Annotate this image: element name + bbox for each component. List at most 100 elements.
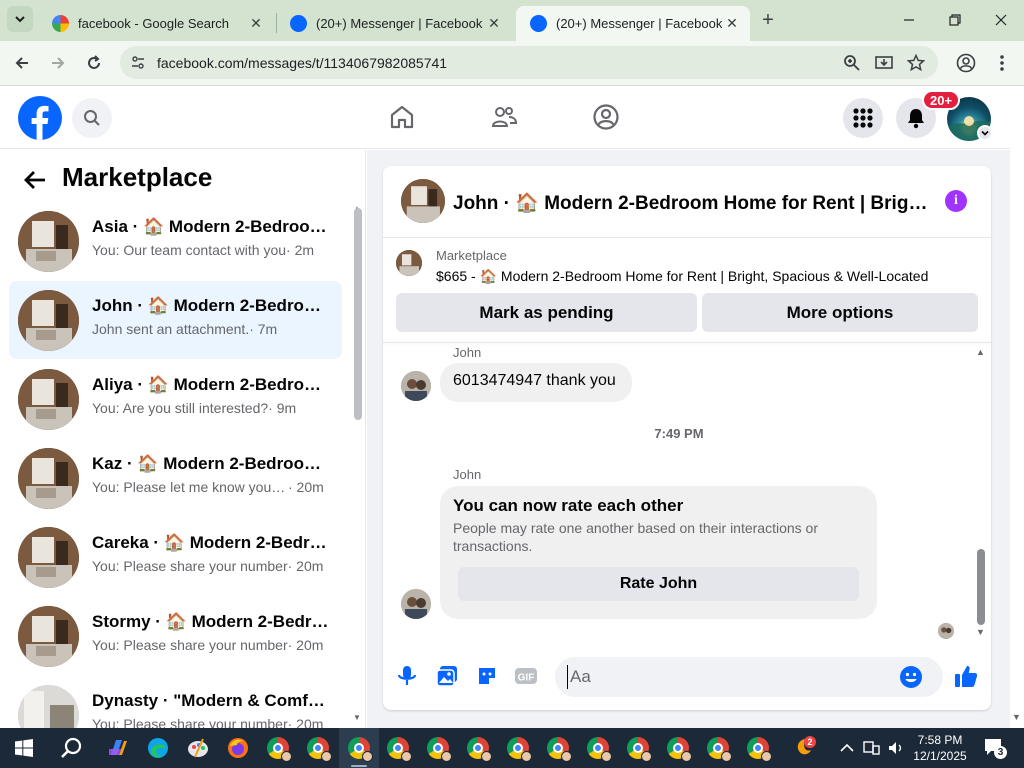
close-icon[interactable]: ✕ bbox=[722, 14, 742, 34]
address-bar[interactable]: facebook.com/messages/t/1134067982085741 bbox=[120, 46, 938, 79]
back-button[interactable] bbox=[22, 167, 48, 193]
conversation-item-selected[interactable]: John · 🏠 Modern 2-Bedroom Home for Rent … bbox=[9, 281, 342, 359]
menu-grid-button[interactable] bbox=[843, 98, 883, 138]
chrome-icon[interactable] bbox=[586, 736, 612, 762]
minimize-icon bbox=[904, 19, 914, 21]
conversation-item[interactable]: Kaz · 🏠 Modern 2-Bedroom Home for Rent Y… bbox=[9, 439, 342, 517]
page-scroll-down-arrow[interactable]: ▼ bbox=[1012, 712, 1021, 722]
account-menu-chevron[interactable] bbox=[977, 125, 993, 141]
tab-messenger-2-active[interactable]: (20+) Messenger | Facebook ✕ bbox=[516, 6, 750, 41]
chrome-icon[interactable] bbox=[546, 736, 572, 762]
chat-title[interactable]: John · 🏠 Modern 2-Bedroom Home for Rent … bbox=[453, 191, 931, 215]
restore-button[interactable] bbox=[932, 0, 978, 40]
scroll-down-arrow[interactable]: ▼ bbox=[353, 713, 361, 722]
rate-john-button[interactable]: Rate John bbox=[458, 567, 859, 601]
chrome-icon[interactable] bbox=[426, 736, 452, 762]
facebook-icon bbox=[290, 15, 307, 32]
minimize-button[interactable] bbox=[886, 0, 932, 40]
conversation-item[interactable]: Careka · 🏠 Modern 2-Bedroom Home for Ren… bbox=[9, 518, 342, 596]
conversation-item[interactable]: Aliya · 🏠 Modern 2-Bedroom Home for Rent… bbox=[9, 360, 342, 438]
microphone-icon[interactable] bbox=[395, 664, 419, 688]
more-options-button[interactable]: More options bbox=[702, 293, 978, 332]
new-tab-button[interactable]: + bbox=[756, 8, 780, 32]
zoom-icon[interactable] bbox=[842, 53, 862, 73]
notification-count: 3 bbox=[994, 746, 1007, 759]
chrome-icon[interactable] bbox=[706, 736, 732, 762]
tab-google-search[interactable]: facebook - Google Search ✕ bbox=[38, 6, 274, 41]
back-button[interactable] bbox=[8, 49, 36, 77]
arrow-right-icon bbox=[52, 57, 65, 69]
message-timestamp: 7:49 PM bbox=[654, 426, 704, 441]
scroll-up-arrow[interactable]: ▲ bbox=[976, 347, 985, 357]
volume-icon[interactable] bbox=[884, 736, 908, 760]
conversation-item[interactable]: Asia · 🏠 Modern 2-Bedroom Home for Rent … bbox=[9, 202, 342, 280]
home-nav-button[interactable] bbox=[387, 102, 417, 132]
close-icon[interactable]: ✕ bbox=[246, 14, 266, 34]
copilot-icon[interactable] bbox=[106, 736, 130, 760]
bookmark-star-icon[interactable] bbox=[906, 53, 926, 73]
close-window-button[interactable] bbox=[978, 0, 1024, 40]
sticker-icon[interactable] bbox=[475, 664, 499, 688]
friends-nav-button[interactable] bbox=[489, 102, 519, 132]
chrome-icon[interactable] bbox=[746, 736, 772, 762]
chat-scrollbar[interactable] bbox=[977, 549, 985, 625]
message-input[interactable] bbox=[567, 665, 887, 689]
profile-nav-button[interactable] bbox=[591, 102, 621, 132]
clock-time: 7:58 PM bbox=[917, 733, 963, 747]
message-bubble[interactable]: 6013474947 thank you bbox=[440, 363, 632, 402]
tab-search-button[interactable] bbox=[7, 6, 33, 32]
gif-icon[interactable]: GIF bbox=[514, 664, 538, 688]
mark-as-pending-button[interactable]: Mark as pending bbox=[396, 293, 697, 332]
message-sender-name: John bbox=[453, 467, 482, 482]
chrome-icon[interactable] bbox=[306, 736, 332, 762]
like-thumbs-up-icon[interactable] bbox=[954, 664, 978, 688]
tab-messenger-1[interactable]: (20+) Messenger | Facebook ✕ bbox=[276, 6, 512, 41]
listing-avatar[interactable] bbox=[401, 179, 445, 223]
windows-start-icon[interactable] bbox=[12, 736, 36, 760]
chrome-icon[interactable] bbox=[666, 736, 692, 762]
listing-thumbnail[interactable] bbox=[396, 250, 422, 276]
close-icon bbox=[995, 14, 1007, 26]
firefox-icon[interactable] bbox=[226, 736, 250, 760]
info-icon[interactable]: i bbox=[945, 190, 967, 212]
marketplace-label: Marketplace bbox=[436, 248, 507, 263]
chrome-menu-button[interactable] bbox=[988, 49, 1016, 77]
chrome-icon-active[interactable] bbox=[347, 736, 373, 762]
network-icon[interactable] bbox=[860, 736, 884, 760]
install-app-icon[interactable] bbox=[874, 53, 894, 73]
facebook-search-button[interactable] bbox=[72, 98, 112, 138]
facebook-header bbox=[0, 86, 1010, 149]
listing-thumbnail bbox=[18, 527, 79, 588]
reload-button[interactable] bbox=[80, 49, 108, 77]
photo-icon[interactable] bbox=[435, 664, 459, 688]
chevron-down-icon bbox=[15, 16, 25, 23]
edge-icon[interactable] bbox=[146, 736, 170, 760]
listing-thumbnail bbox=[18, 211, 79, 272]
chrome-icon[interactable] bbox=[626, 736, 652, 762]
listing-price-title[interactable]: $665 - 🏠 Modern 2-Bedroom Home for Rent … bbox=[436, 268, 981, 285]
emoji-icon[interactable] bbox=[899, 665, 923, 689]
system-clock[interactable]: 7:58 PM 12/1/2025 bbox=[910, 732, 970, 764]
sender-avatar[interactable] bbox=[401, 371, 431, 401]
conversation-item[interactable]: Dynasty · "Modern & Comfortable Home" Yo… bbox=[9, 676, 342, 728]
chrome-profile-button[interactable] bbox=[952, 49, 980, 77]
paint-app-icon[interactable] bbox=[186, 736, 210, 760]
chevron-up-icon[interactable] bbox=[835, 736, 859, 760]
facebook-logo-icon[interactable] bbox=[18, 96, 62, 140]
scroll-down-arrow[interactable]: ▼ bbox=[976, 627, 985, 637]
rating-card: You can now rate each other People may r… bbox=[440, 486, 877, 619]
bell-icon bbox=[908, 109, 924, 129]
site-info-icon[interactable] bbox=[128, 53, 148, 73]
chrome-icon[interactable] bbox=[266, 736, 292, 762]
chrome-icon[interactable] bbox=[506, 736, 532, 762]
active-indicator bbox=[351, 765, 367, 767]
conversation-list-scrollbar[interactable] bbox=[354, 208, 362, 420]
chrome-icon[interactable] bbox=[466, 736, 492, 762]
conversation-snippet: You: Are you still interested? · 9m bbox=[92, 400, 297, 416]
conversation-item[interactable]: Stormy · 🏠 Modern 2-Bedroom Home for Ren… bbox=[9, 597, 342, 675]
forward-button[interactable] bbox=[44, 49, 72, 77]
close-icon[interactable]: ✕ bbox=[484, 14, 504, 34]
search-icon[interactable] bbox=[59, 736, 83, 760]
sender-avatar[interactable] bbox=[401, 589, 431, 619]
chrome-icon[interactable] bbox=[386, 736, 412, 762]
